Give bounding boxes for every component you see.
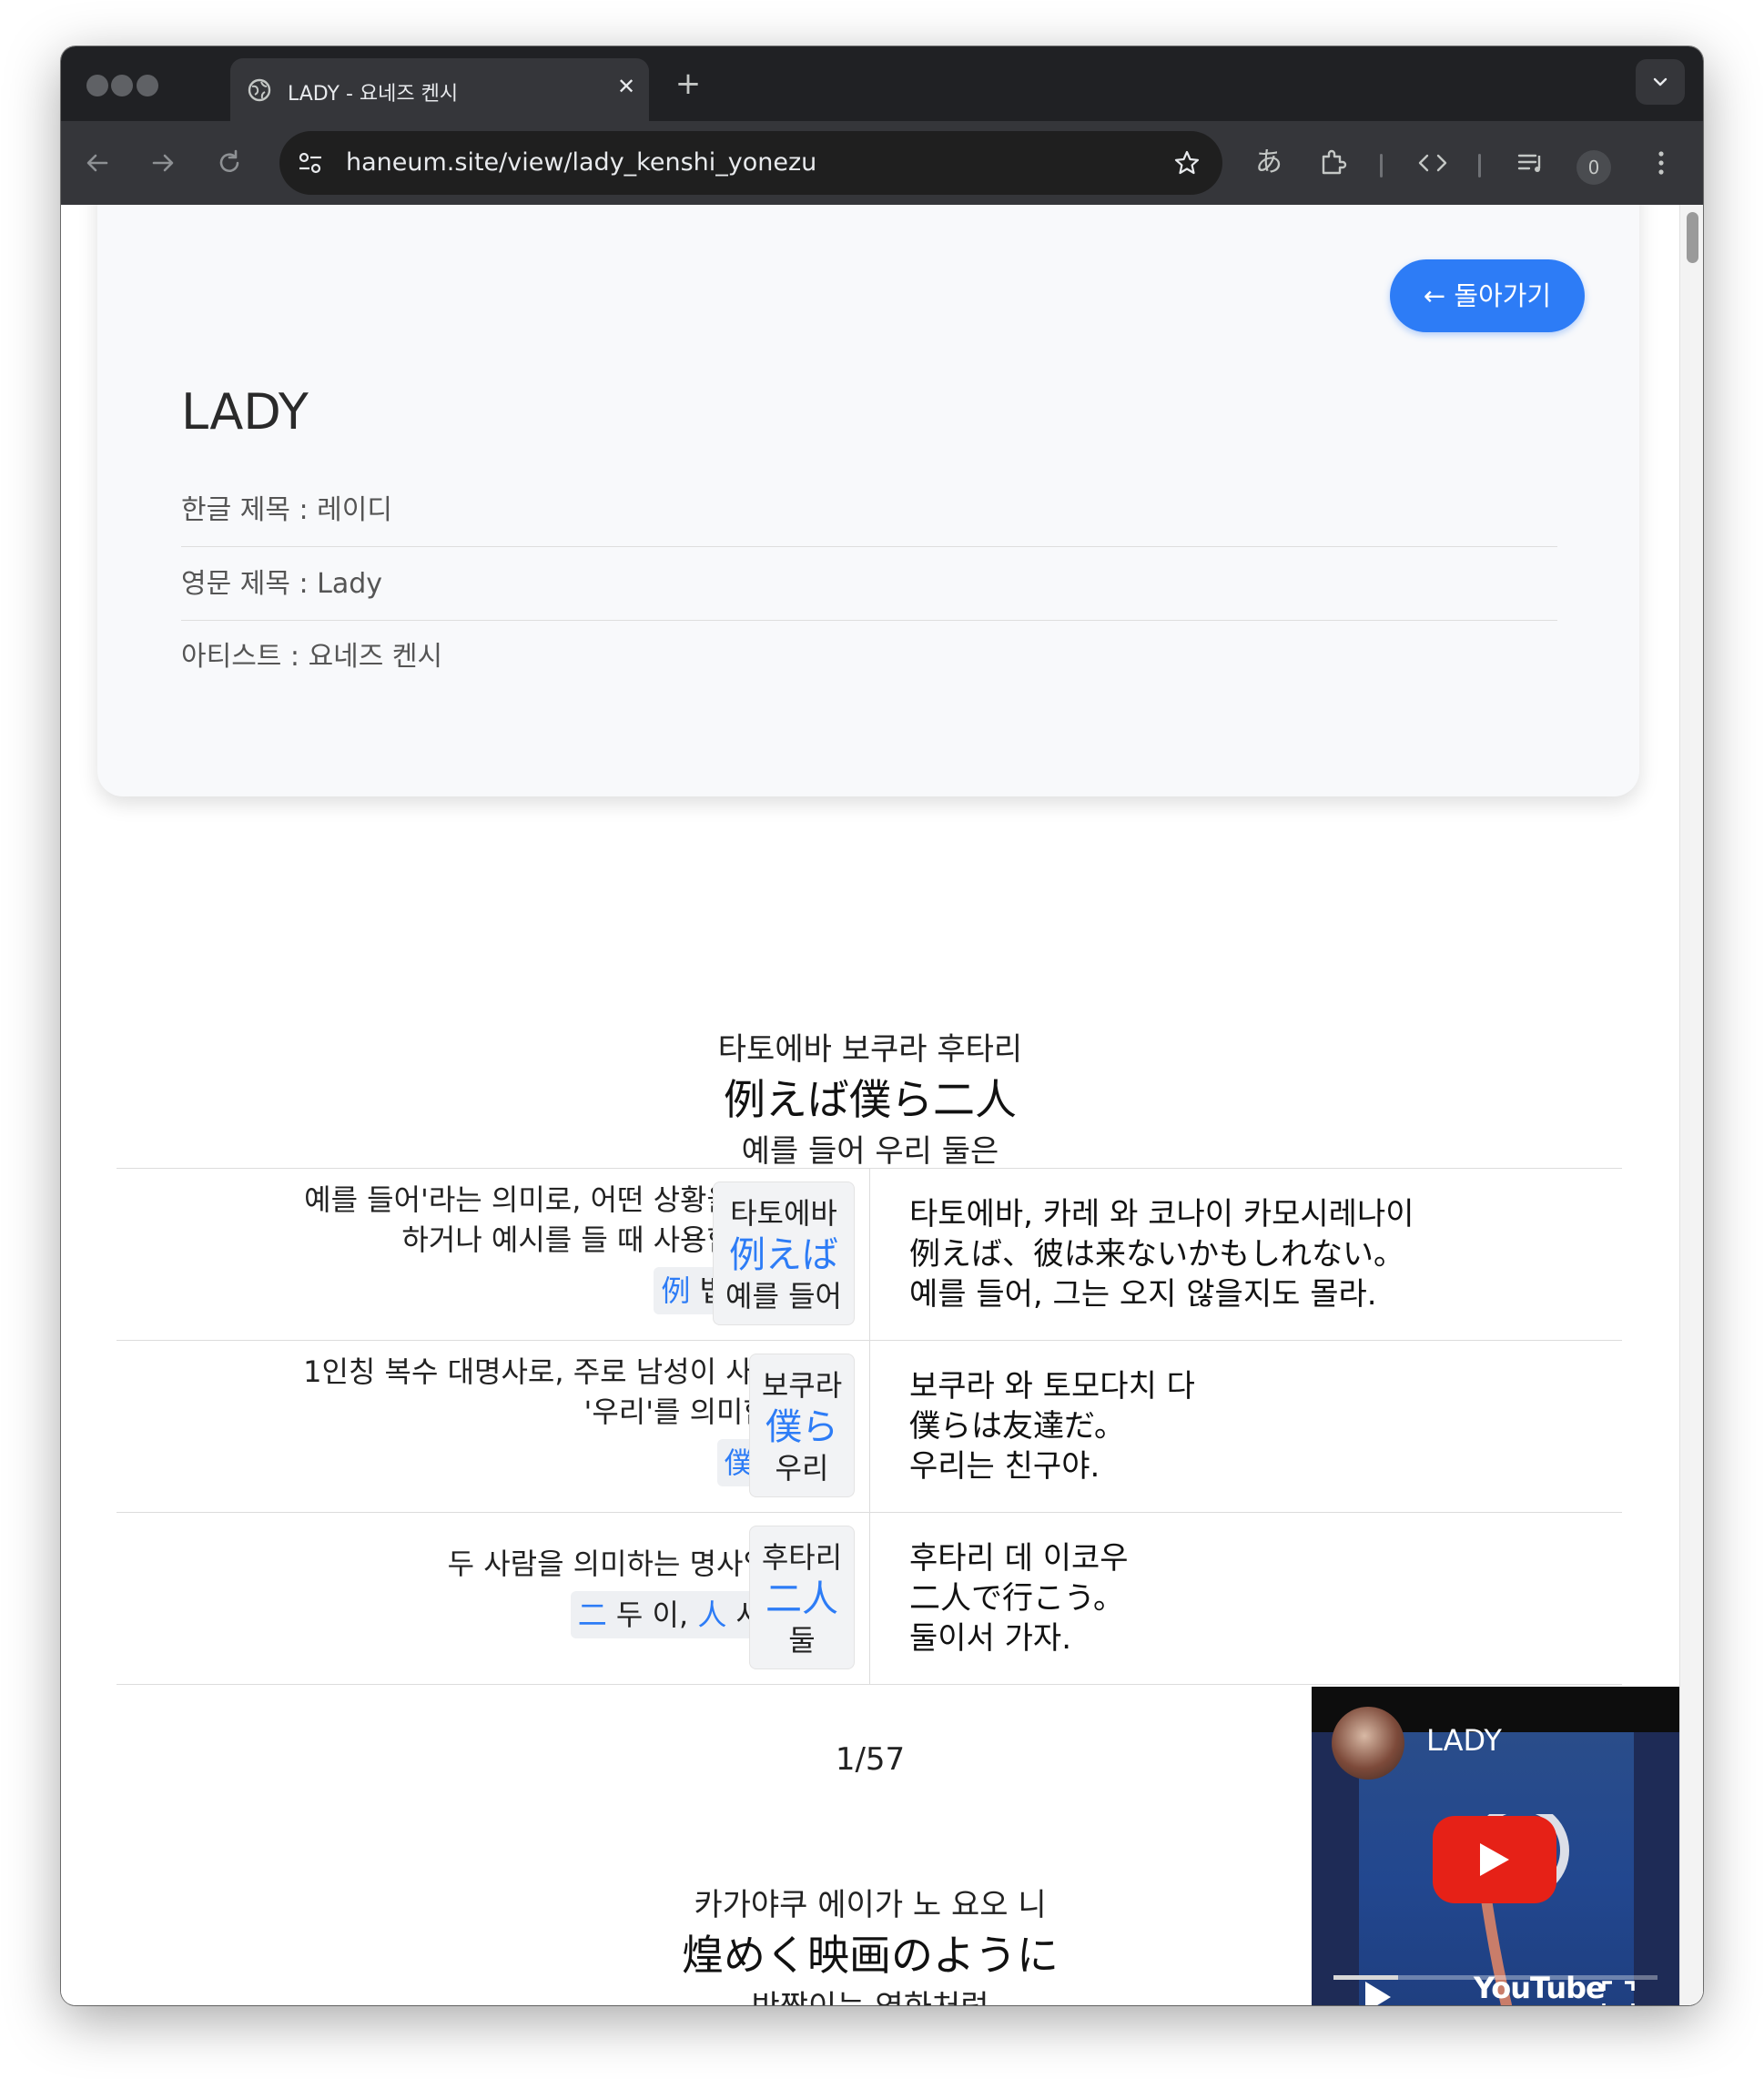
word-row: 1인칭 복수 대명사로, 주로 남성이 사용하며 '우리'를 의미합니다. 僕 … bbox=[117, 1341, 1622, 1513]
browser-toolbar: haneum.site/view/lady_kenshi_yonezu あ 0 bbox=[61, 121, 1703, 205]
reload-icon[interactable] bbox=[211, 145, 248, 181]
youtube-play-button[interactable] bbox=[1433, 1816, 1556, 1903]
song-info-card: ← 돌아가기 LADY 한글 제목 : 레이디 영문 제목 : Lady 아티스… bbox=[97, 205, 1639, 796]
new-tab-button[interactable]: + bbox=[670, 66, 706, 102]
toolbar-divider bbox=[1478, 154, 1481, 177]
word-breakdown-table: 예를 들어'라는 의미로, 어떤 상황을 가정 하거나 예시를 들 때 사용합니… bbox=[117, 1168, 1622, 1685]
song-title: LADY bbox=[181, 383, 309, 441]
example-korean: 둘이서 가자. bbox=[909, 1620, 1072, 1657]
video-frame bbox=[1634, 1732, 1679, 2005]
example-pronunciation: 후타리 데 이코우 bbox=[909, 1540, 1129, 1577]
site-settings-icon[interactable] bbox=[298, 151, 323, 175]
tab-strip: LADY - 요네즈 켄시 ✕ + bbox=[61, 46, 1703, 121]
lyric-pronunciation: 타토에바 보쿠라 후타리 bbox=[717, 1031, 1023, 1068]
window-close-button[interactable] bbox=[86, 75, 108, 96]
korean-title-row: 한글 제목 : 레이디 bbox=[181, 474, 1557, 547]
word-box[interactable]: 타토에바 例えば 예를 들어 bbox=[713, 1181, 855, 1325]
chevron-down-icon bbox=[1653, 77, 1668, 86]
youtube-mini-player[interactable]: LADY YouTube bbox=[1312, 1687, 1679, 2005]
word-row: 예를 들어'라는 의미로, 어떤 상황을 가정 하거나 예시를 들 때 사용합니… bbox=[117, 1169, 1622, 1341]
word-row: 두 사람을 의미하는 명사입니다. 二 두 이, 人 사람 인 후타리 二人 둘… bbox=[117, 1513, 1622, 1685]
word-pronunciation: 후타리 bbox=[761, 1540, 843, 1575]
forward-arrow-icon[interactable] bbox=[145, 145, 181, 181]
example-korean: 우리는 친구야. bbox=[909, 1448, 1100, 1485]
bookmark-star-icon[interactable] bbox=[1173, 149, 1201, 177]
window-minimize-button[interactable] bbox=[111, 75, 133, 96]
extensions-puzzle-icon[interactable] bbox=[1314, 144, 1353, 182]
example-japanese: 例えば、彼は来ないかもしれない。 bbox=[909, 1236, 1404, 1273]
column-divider bbox=[869, 1169, 870, 1340]
youtube-logo[interactable]: YouTube bbox=[1474, 1971, 1606, 2005]
back-button[interactable]: ← 돌아가기 bbox=[1390, 259, 1585, 332]
browser-tab[interactable]: LADY - 요네즈 켄시 ✕ bbox=[230, 58, 649, 121]
word-korean: 둘 bbox=[788, 1623, 816, 1658]
play-icon[interactable] bbox=[1363, 1980, 1394, 2005]
word-example: 후타리 데 이코우 二人で行こう。 둘이서 가자. bbox=[909, 1538, 1129, 1658]
lyric-korean: 예를 들어 우리 둘은 bbox=[741, 1133, 999, 1170]
kanji-reading: 두 이, bbox=[606, 1597, 698, 1632]
example-japanese: 僕らは友達だ。 bbox=[909, 1408, 1125, 1445]
channel-avatar[interactable] bbox=[1332, 1707, 1404, 1780]
scrollbar-thumb[interactable] bbox=[1687, 212, 1698, 263]
window-zoom-button[interactable] bbox=[137, 75, 158, 96]
word-pronunciation: 타토에바 bbox=[730, 1196, 837, 1231]
kanji-char: 例 bbox=[661, 1273, 691, 1308]
fullscreen-icon[interactable] bbox=[1601, 1980, 1636, 2005]
example-pronunciation: 타토에바, 카레 와 코나이 카모시레나이 bbox=[909, 1196, 1414, 1232]
page-viewport: ← 돌아가기 LADY 한글 제목 : 레이디 영문 제목 : Lady 아티스… bbox=[61, 205, 1703, 2005]
column-divider bbox=[869, 1513, 870, 1684]
artist-row: 아티스트 : 요네즈 켄시 bbox=[181, 641, 443, 673]
url-text: haneum.site/view/lady_kenshi_yonezu bbox=[346, 148, 817, 177]
video-title[interactable]: LADY bbox=[1426, 1723, 1502, 1758]
english-title-row: 영문 제목 : Lady bbox=[181, 548, 1557, 621]
translate-icon[interactable]: あ bbox=[1250, 144, 1288, 182]
profile-badge[interactable]: 0 bbox=[1576, 150, 1611, 185]
word-box[interactable]: 후타리 二人 둘 bbox=[749, 1526, 855, 1669]
tab-search-button[interactable] bbox=[1636, 59, 1685, 105]
example-pronunciation: 보쿠라 와 토모다치 다 bbox=[909, 1368, 1195, 1405]
word-pronunciation: 보쿠라 bbox=[761, 1368, 843, 1403]
page-scrollbar[interactable] bbox=[1679, 205, 1703, 2005]
word-example: 타토에바, 카레 와 코나이 카모시레나이 例えば、彼は来ないかもしれない。 예… bbox=[909, 1194, 1414, 1314]
word-example: 보쿠라 와 토모다치 다 僕らは友達だ。 우리는 친구야. bbox=[909, 1366, 1195, 1486]
word-japanese: 二人 bbox=[765, 1578, 838, 1620]
word-japanese: 例えば bbox=[729, 1234, 838, 1276]
browser-window: LADY - 요네즈 켄시 ✕ + haneum.site/view/lady_… bbox=[61, 46, 1703, 2005]
tab-title: LADY - 요네즈 켄시 bbox=[288, 83, 459, 106]
more-menu-icon[interactable] bbox=[1642, 144, 1680, 182]
example-japanese: 二人で行こう。 bbox=[909, 1580, 1124, 1617]
kanji-char: 人 bbox=[697, 1597, 727, 1632]
globe-icon bbox=[248, 78, 271, 102]
column-divider bbox=[869, 1341, 870, 1512]
lyric-japanese: 例えば僕ら二人 bbox=[724, 1075, 1017, 1124]
play-icon bbox=[1480, 1843, 1509, 1876]
word-japanese: 僕ら bbox=[765, 1406, 838, 1448]
word-box[interactable]: 보쿠라 僕ら 우리 bbox=[749, 1354, 855, 1497]
media-queue-icon[interactable] bbox=[1512, 144, 1550, 182]
lyric-line-header: 타토에바 보쿠라 후타리 例えば僕ら二人 예를 들어 우리 둘은 bbox=[61, 1029, 1679, 1173]
toolbar-divider bbox=[1380, 154, 1383, 177]
close-icon[interactable]: ✕ bbox=[613, 73, 640, 100]
back-arrow-icon[interactable] bbox=[79, 145, 116, 181]
code-icon[interactable] bbox=[1414, 144, 1452, 182]
kanji-char: 二 bbox=[577, 1597, 607, 1632]
word-korean: 우리 bbox=[775, 1451, 829, 1486]
word-korean: 예를 들어 bbox=[725, 1279, 842, 1313]
example-korean: 예를 들어, 그는 오지 않을지도 몰라. bbox=[909, 1276, 1377, 1313]
address-bar[interactable]: haneum.site/view/lady_kenshi_yonezu bbox=[279, 131, 1222, 195]
